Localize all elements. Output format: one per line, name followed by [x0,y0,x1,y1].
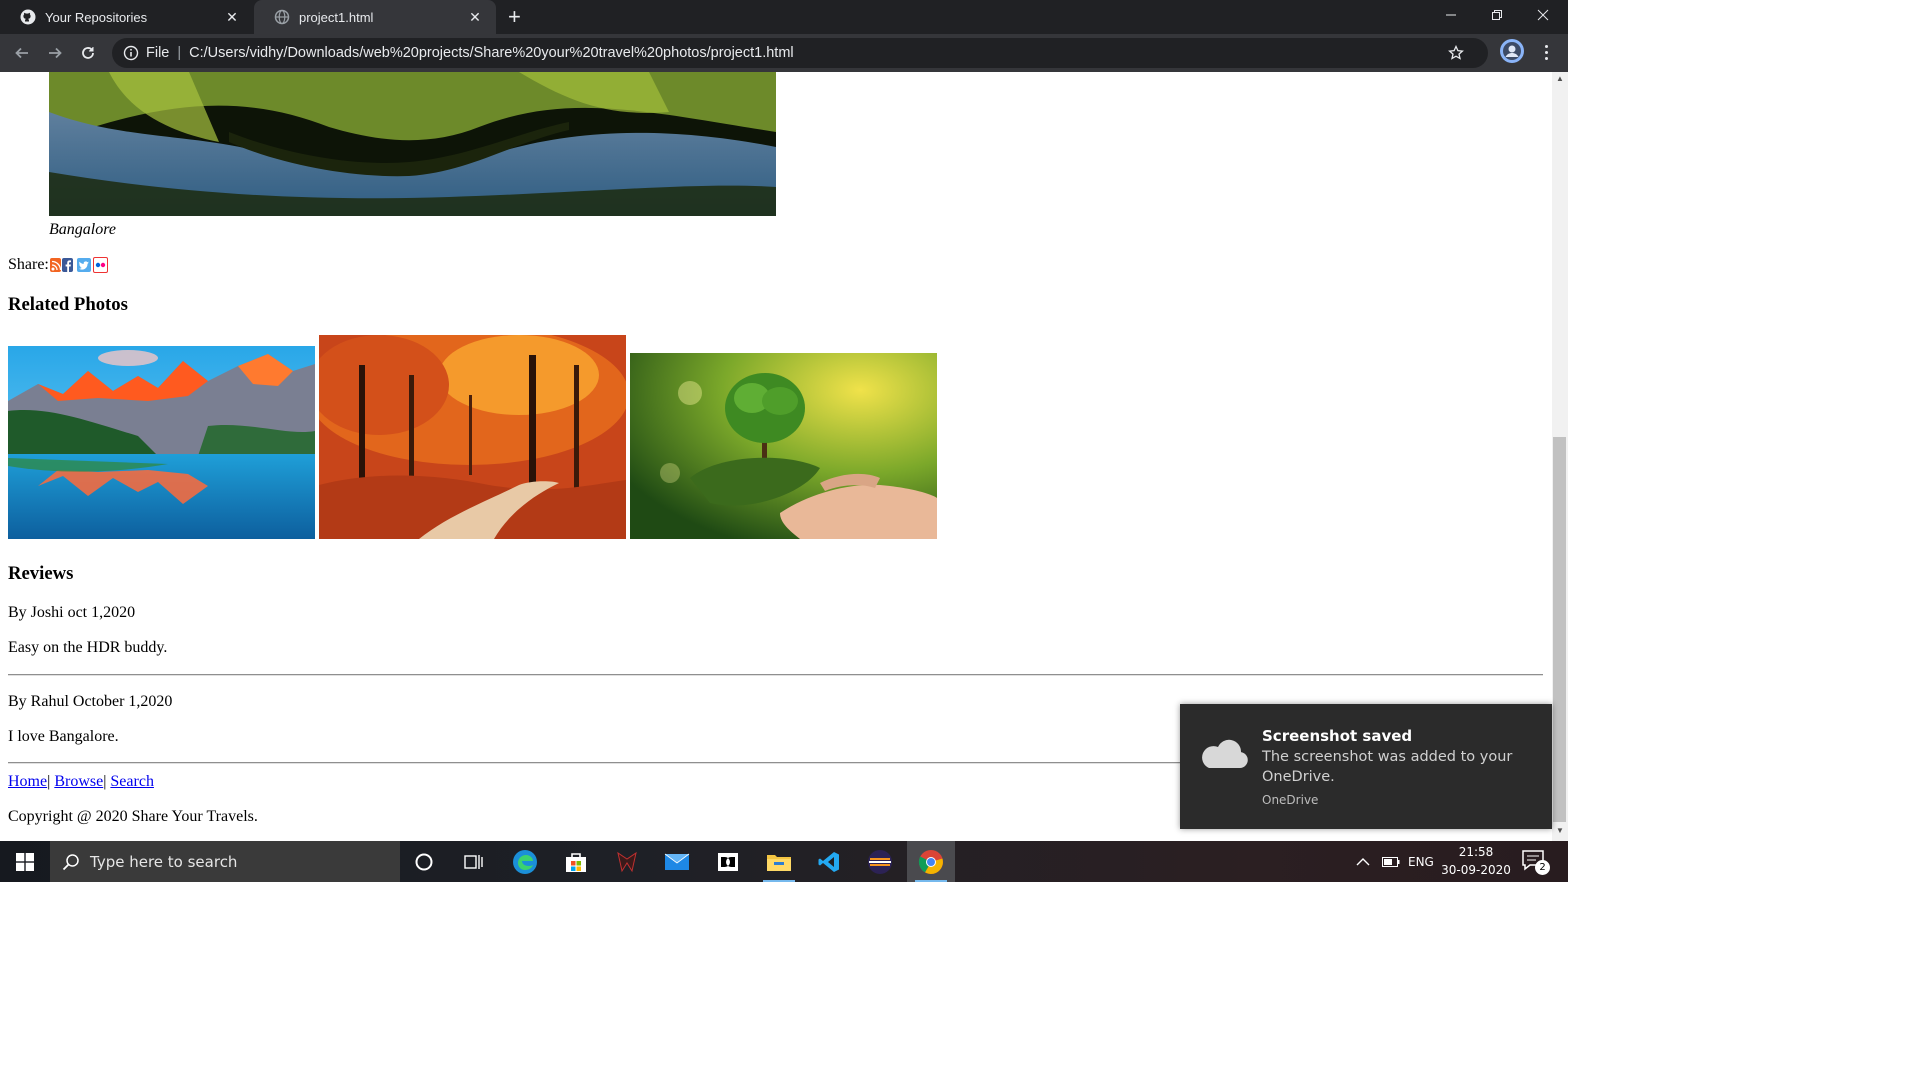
review-text: I love Bangalore. [8,728,119,745]
close-tab-icon[interactable]: ✕ [466,9,484,26]
footer-link-home[interactable]: Home [8,773,47,790]
review-byline: By Joshi oct 1,2020 [8,604,136,621]
new-tab-button[interactable]: + [508,4,521,30]
onedrive-toast[interactable]: Screenshot saved The screenshot was adde… [1180,704,1552,829]
toast-title: Screenshot saved [1262,727,1413,745]
action-center-icon[interactable]: 2 [1521,849,1551,875]
footer-separator: | [47,773,51,790]
url-text: C:/Users/vidhy/Downloads/web%20projects/… [189,45,794,61]
file-explorer-icon[interactable] [755,841,803,882]
clock-time: 21:58 [1458,845,1494,859]
taskbar-clock[interactable]: 21:58 30-09-2020 [1440,843,1512,879]
bangalore-photo [49,72,776,216]
autumn-forest-photo [309,325,629,539]
close-tab-icon[interactable]: ✕ [223,9,241,26]
forward-icon[interactable] [41,39,69,67]
notification-count-badge: 2 [1535,860,1550,875]
scroll-up-icon[interactable]: ▲ [1552,74,1568,88]
rss-icon[interactable] [49,258,62,272]
profile-avatar-icon[interactable] [1500,39,1524,63]
cortana-icon[interactable] [400,841,448,882]
footer-link-browse[interactable]: Browse [54,773,103,790]
mail-icon[interactable] [653,841,701,882]
tray-overflow-icon[interactable] [1356,841,1370,882]
address-bar[interactable]: File | C:/Users/vidhy/Downloads/web%20pr… [112,38,1488,68]
restore-icon[interactable] [1474,0,1520,30]
windows-taskbar: Type here to search ENG 21:58 30-09-2020… [0,841,1568,882]
copyright-text: Copyright @ 2020 Share Your Travels. [8,808,258,825]
flickr-icon[interactable] [92,257,108,273]
review-divider [8,674,1543,676]
edge-icon[interactable] [501,841,549,882]
twitter-icon[interactable] [76,258,91,272]
browser-menu-icon[interactable] [1538,38,1554,66]
back-icon[interactable] [8,39,36,67]
tab-project1[interactable]: project1.html ✕ [254,0,496,34]
bookmark-star-icon[interactable] [1448,44,1464,65]
tab-your-repositories[interactable]: Your Repositories ✕ [0,0,253,34]
review-byline: By Rahul October 1,2020 [8,693,173,710]
search-placeholder: Type here to search [90,852,238,871]
running-indicator [763,880,795,882]
github-icon [20,9,36,25]
share-label: Share: [8,256,49,273]
taskbar-search-input[interactable]: Type here to search [50,841,400,882]
footer-link-search[interactable]: Search [110,773,154,790]
dolby-icon[interactable] [704,841,752,882]
reviews-heading: Reviews [8,563,74,584]
onedrive-cloud-icon [1196,736,1248,774]
facebook-icon[interactable] [61,258,73,272]
windows-start-icon[interactable] [0,841,50,882]
toast-message: The screenshot was added to your OneDriv… [1262,749,1513,785]
toast-source: OneDrive [1262,793,1319,807]
tree-in-hand-photo [630,353,937,539]
task-view-icon[interactable] [450,841,498,882]
tab-title: project1.html [299,9,374,25]
clock-date: 30-09-2020 [1441,863,1511,877]
mountain-lake-photo [8,346,315,539]
scrollbar-thumb[interactable] [1553,437,1566,822]
site-info-icon[interactable] [123,45,139,61]
review-text: Easy on the HDR buddy. [8,639,168,656]
url-separator: | [177,45,182,61]
photo-caption: Bangalore [49,221,116,238]
battery-icon[interactable] [1382,841,1400,882]
reload-icon[interactable] [74,39,102,67]
store-icon[interactable] [552,841,600,882]
minimize-icon[interactable] [1428,0,1474,30]
footer-separator: | [103,773,107,790]
footer-nav: Home| Browse| Search [8,773,154,791]
globe-icon [274,9,290,25]
close-window-icon[interactable] [1520,0,1566,30]
url-scheme-label: File [146,45,170,61]
search-icon [62,853,80,871]
chrome-icon[interactable] [907,841,955,882]
tab-strip: Your Repositories ✕ project1.html ✕ + [0,0,1568,34]
vscode-icon[interactable] [805,841,853,882]
scroll-down-icon[interactable]: ▼ [1552,826,1568,840]
share-bar: Share: [8,256,108,274]
predator-icon[interactable] [603,841,651,882]
language-indicator[interactable]: ENG [1408,841,1434,882]
browser-toolbar: File | C:/Users/vidhy/Downloads/web%20pr… [0,34,1568,72]
tab-title: Your Repositories [45,9,148,25]
eclipse-icon[interactable] [856,841,904,882]
running-indicator [915,880,947,882]
related-photos-heading: Related Photos [8,294,128,315]
